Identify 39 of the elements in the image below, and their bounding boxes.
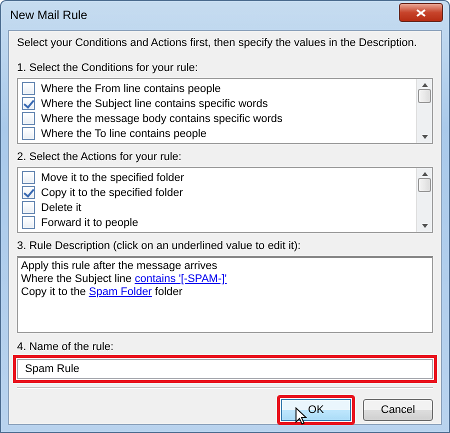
value-link[interactable]: Spam Folder xyxy=(88,286,152,298)
checkbox[interactable] xyxy=(22,171,35,184)
checkbox-label[interactable]: Where the To line contains people xyxy=(41,128,207,140)
section-label: 3. Rule Description (click on an underlined value to edit it): xyxy=(17,239,302,254)
rule-name-field[interactable]: Spam Rule xyxy=(13,355,437,383)
scroll-down-icon[interactable] xyxy=(422,135,428,139)
checkbox-label[interactable]: Where the From line contains people xyxy=(41,82,221,94)
checkbox[interactable] xyxy=(22,82,35,95)
section-label: 2. Select the Actions for your rule: xyxy=(17,150,182,165)
checkbox-label[interactable]: Forward it to people xyxy=(41,216,138,228)
instruction-text: Select your Conditions and Actions first, then specify the values in the Description. xyxy=(17,36,417,51)
close-button[interactable] xyxy=(399,3,443,22)
scroll-thumb[interactable] xyxy=(418,89,431,103)
scrollbar[interactable] xyxy=(416,79,432,143)
description-line: Copy it to the Spam Folder folder xyxy=(21,286,184,299)
checkbox[interactable] xyxy=(22,201,35,214)
scroll-down-icon[interactable] xyxy=(422,224,428,228)
mouse-pointer-icon xyxy=(295,407,307,425)
checkbox-label[interactable]: Copy it to the specified folder xyxy=(41,186,183,198)
checkbox-label[interactable]: Where the Subject line contains specific words xyxy=(41,98,268,110)
scrollbar[interactable] xyxy=(416,168,432,232)
value-link[interactable]: contains '[-SPAM-]' xyxy=(134,273,227,285)
checkbox-label[interactable]: Delete it xyxy=(41,202,82,214)
checkbox[interactable] xyxy=(22,127,35,140)
scroll-thumb[interactable] xyxy=(418,178,431,192)
checkbox[interactable] xyxy=(22,97,35,110)
description-line: Where the Subject line contains '[-SPAM-]' xyxy=(21,273,228,286)
close-icon xyxy=(416,8,426,16)
section-label: 1. Select the Conditions for your rule: xyxy=(17,61,199,76)
dialog-button[interactable]: Cancel xyxy=(363,399,433,421)
section-label: 4. Name of the rule: xyxy=(17,340,115,355)
dialog-button[interactable]: OK xyxy=(277,395,355,425)
checkbox[interactable] xyxy=(22,216,35,229)
checkbox[interactable] xyxy=(22,186,35,199)
checkbox-label[interactable]: Move it to the specified folder xyxy=(41,172,184,184)
checkbox-label[interactable]: Where the message body contains specific words xyxy=(41,112,283,124)
checkbox[interactable] xyxy=(22,112,35,125)
description-line: Apply this rule after the message arrives xyxy=(21,260,218,273)
window-title: New Mail Rule xyxy=(9,8,88,23)
